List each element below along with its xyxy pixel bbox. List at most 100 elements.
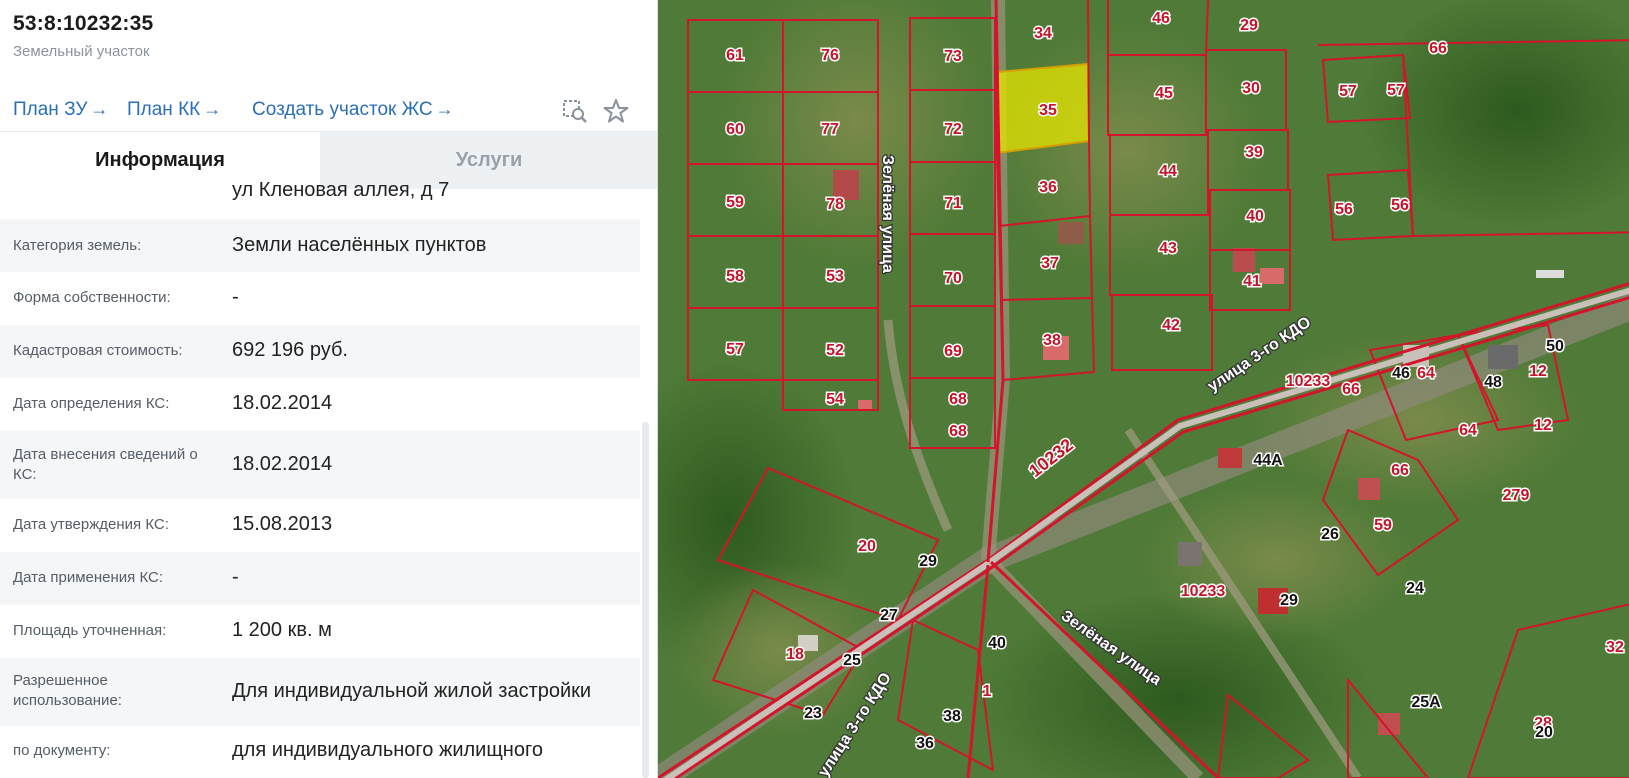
svg-text:35: 35 [1039, 102, 1057, 119]
row-value: 15.08.2013 [232, 513, 333, 535]
svg-text:12: 12 [1534, 417, 1552, 434]
svg-text:64: 64 [1459, 422, 1477, 439]
street-label-zelenaya-1: Зелёная улица [879, 155, 896, 273]
svg-text:58: 58 [726, 268, 744, 285]
svg-text:32: 32 [1606, 639, 1624, 656]
svg-text:25: 25 [843, 652, 861, 669]
svg-text:69: 69 [944, 343, 962, 360]
svg-text:54: 54 [826, 391, 844, 408]
svg-text:56: 56 [1335, 201, 1353, 218]
svg-text:29: 29 [919, 553, 937, 570]
info-row: Кадастровая стоимость: 692 196 руб. [0, 325, 640, 378]
info-panel: 53:8:10232:35 Земельный участок План ЗУ →… [0, 0, 658, 778]
svg-text:23: 23 [804, 705, 822, 722]
address-row: ул Кленовая аллея, д 7 [0, 179, 640, 219]
svg-text:40: 40 [1246, 208, 1264, 225]
arrow-right-icon: → [435, 99, 454, 119]
svg-text:10233: 10233 [1286, 373, 1331, 390]
info-row: Площадь уточненная: 1 200 кв. м [0, 605, 640, 658]
row-value: - [232, 286, 239, 308]
svg-text:60: 60 [726, 121, 744, 138]
svg-text:76: 76 [821, 47, 839, 64]
plan-kk-label: План КК [127, 99, 201, 120]
plan-zu-link[interactable]: План ЗУ → [13, 99, 108, 121]
svg-text:25А: 25А [1411, 694, 1441, 711]
row-value: - [232, 566, 239, 588]
plan-kk-link[interactable]: План КК → [127, 99, 221, 121]
svg-text:78: 78 [826, 196, 844, 213]
svg-text:10233: 10233 [1181, 583, 1226, 600]
svg-text:20: 20 [1535, 724, 1553, 741]
row-value: для индивидуального жилищного [232, 739, 543, 761]
row-label: Форма собственности: [13, 289, 171, 306]
svg-text:68: 68 [949, 423, 967, 440]
row-value: Для индивидуальной жилой застройки [232, 680, 592, 702]
info-list: ул Кленовая аллея, д 7 Категория земель:… [0, 179, 640, 778]
svg-text:20: 20 [858, 538, 876, 555]
svg-text:38: 38 [1043, 332, 1061, 349]
svg-text:66: 66 [1391, 462, 1409, 479]
svg-text:50: 50 [1546, 338, 1564, 355]
svg-text:44А: 44А [1253, 452, 1283, 469]
row-value: Земли населённых пунктов [232, 234, 487, 256]
svg-text:36: 36 [916, 735, 934, 752]
info-row: Разрешенное использование: Для индивидуа… [0, 658, 640, 726]
row-value: 1 200 кв. м [232, 619, 332, 641]
svg-text:72: 72 [944, 121, 962, 138]
svg-text:46: 46 [1152, 10, 1170, 27]
scrollbar[interactable] [642, 422, 649, 778]
info-row: Дата внесения сведений о КС: 18.02.2014 [0, 431, 640, 499]
svg-text:38: 38 [943, 708, 961, 725]
svg-text:279: 279 [1503, 487, 1530, 504]
svg-text:66: 66 [1429, 40, 1447, 57]
svg-text:1: 1 [983, 683, 992, 700]
svg-text:68: 68 [949, 391, 967, 408]
star-icon[interactable] [602, 97, 630, 125]
cadastral-number: 53:8:10232:35 [13, 12, 154, 35]
address-value: ул Кленовая аллея, д 7 [232, 179, 450, 201]
svg-text:30: 30 [1242, 80, 1260, 97]
svg-text:18: 18 [786, 646, 804, 663]
row-label: Разрешенное использование: [13, 672, 122, 709]
arrow-right-icon: → [203, 99, 222, 119]
svg-text:56: 56 [1391, 197, 1409, 214]
row-label: Дата определения КС: [13, 395, 170, 412]
row-value: 18.02.2014 [232, 392, 333, 414]
svg-text:46: 46 [1392, 365, 1410, 382]
info-row: Дата утверждения КС: 15.08.2013 [0, 499, 640, 552]
row-label: Дата утверждения КС: [13, 516, 169, 533]
svg-text:52: 52 [826, 342, 844, 359]
svg-text:66: 66 [1342, 381, 1360, 398]
svg-text:41: 41 [1243, 273, 1261, 290]
svg-text:40: 40 [988, 635, 1006, 652]
svg-text:57: 57 [1387, 82, 1405, 99]
svg-text:43: 43 [1159, 240, 1177, 257]
cadastral-map[interactable]: 61 76 73 34 46 29 66 60 77 72 35 45 30 57 57 59 78 71 36… [658, 0, 1629, 778]
row-label: по документу: [13, 742, 111, 759]
map-search-icon[interactable] [561, 97, 589, 125]
info-row: Категория земель: Земли населённых пункт… [0, 219, 640, 272]
object-type: Земельный участок [13, 43, 150, 60]
svg-text:70: 70 [944, 270, 962, 287]
create-zhs-link[interactable]: Создать участок ЖС → [252, 99, 454, 121]
header-links: План ЗУ → План КК → Создать участок ЖС → [13, 99, 637, 125]
info-row: по документу: для индивидуального жилищн… [0, 726, 640, 778]
svg-text:71: 71 [944, 195, 962, 212]
row-label: Дата применения КС: [13, 569, 164, 586]
arrow-right-icon: → [90, 99, 109, 119]
svg-text:77: 77 [821, 121, 839, 138]
svg-text:73: 73 [944, 48, 962, 65]
svg-text:61: 61 [726, 47, 744, 64]
svg-text:24: 24 [1406, 580, 1424, 597]
create-zhs-label: Создать участок ЖС [252, 99, 433, 120]
row-label: Кадастровая стоимость: [13, 342, 183, 359]
svg-text:48: 48 [1484, 374, 1502, 391]
row-label: Категория земель: [13, 237, 142, 254]
svg-text:34: 34 [1034, 25, 1052, 42]
svg-text:12: 12 [1529, 363, 1547, 380]
svg-text:57: 57 [1339, 83, 1357, 100]
row-value: 18.02.2014 [232, 453, 333, 475]
svg-text:45: 45 [1155, 85, 1173, 102]
svg-text:44: 44 [1159, 163, 1177, 180]
row-value: 692 196 руб. [232, 339, 348, 361]
